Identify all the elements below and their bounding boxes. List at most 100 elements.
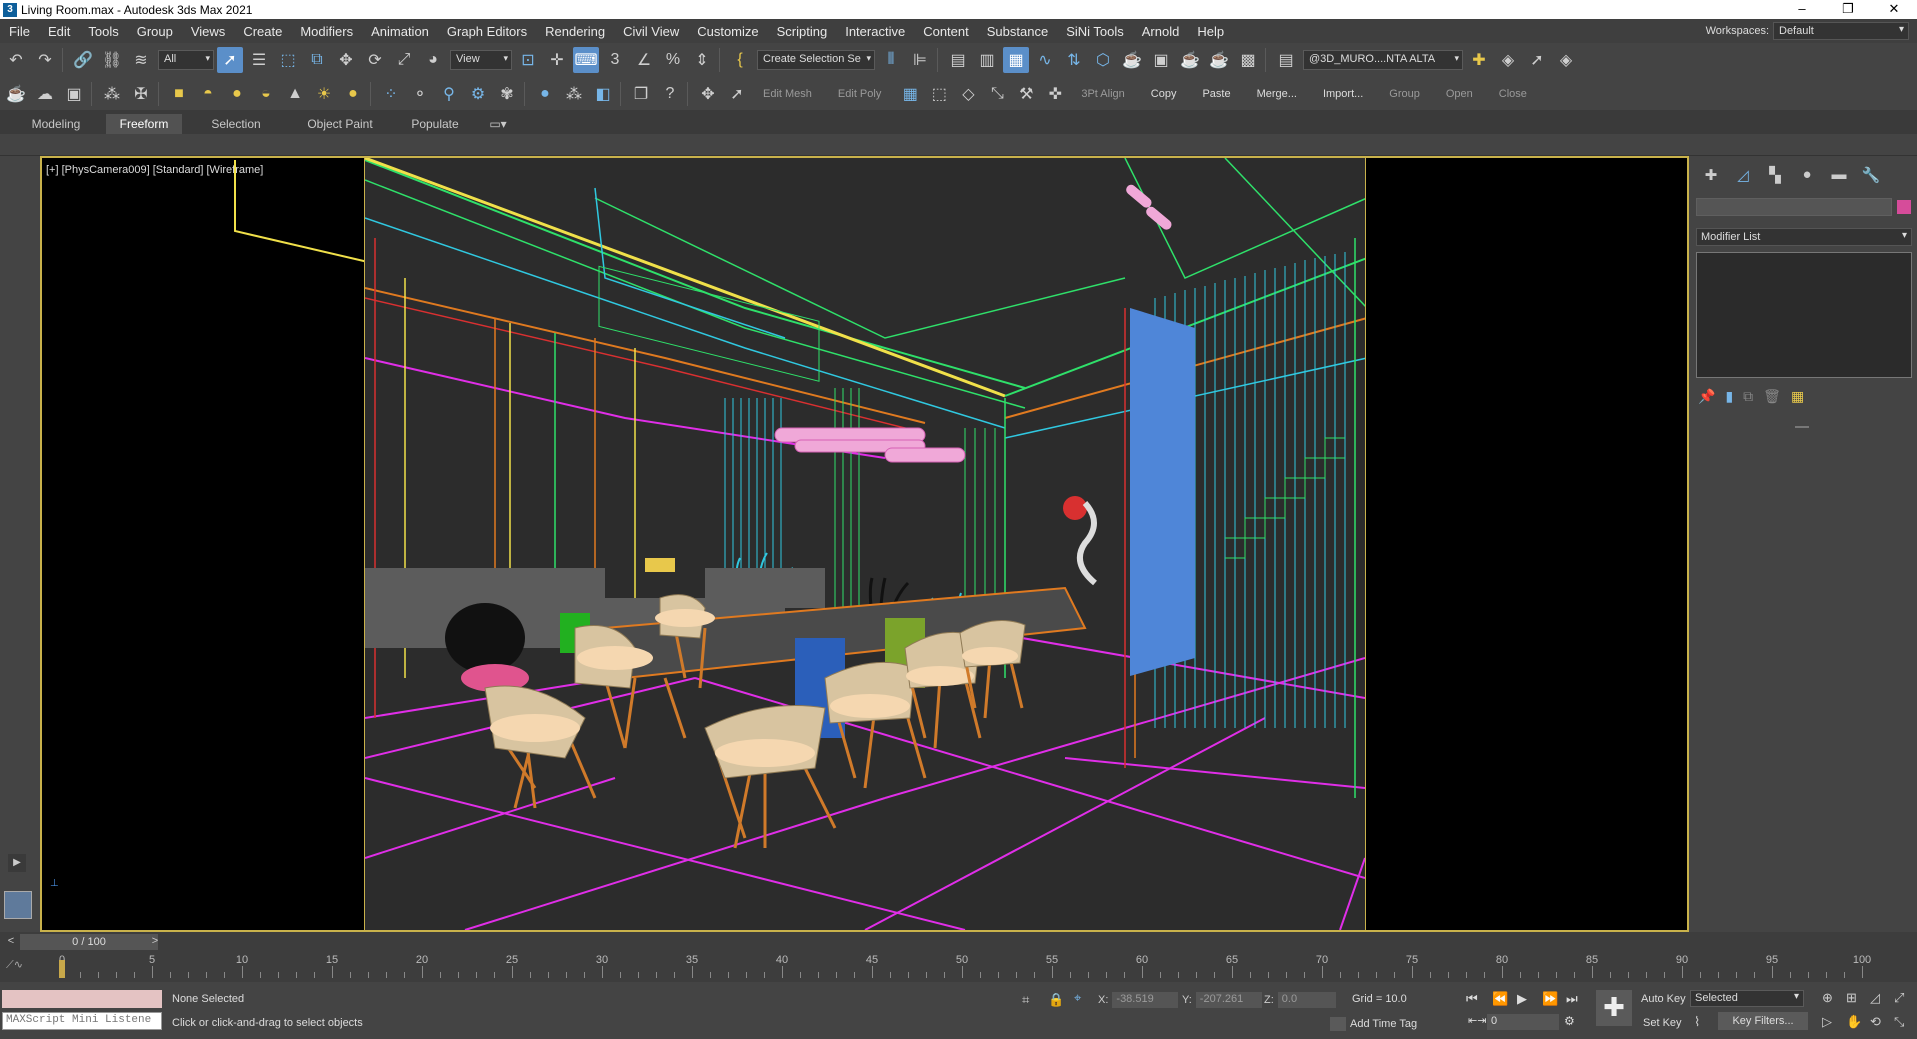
- close-group-button[interactable]: Close: [1499, 88, 1527, 100]
- menu-arnold[interactable]: Arnold: [1133, 24, 1189, 39]
- go-to-end-icon[interactable]: ⏭: [1566, 991, 1578, 1007]
- render-in-cloud-icon[interactable]: ▩: [1235, 47, 1261, 73]
- transform-icon[interactable]: ⤡: [984, 81, 1010, 107]
- rotate-icon[interactable]: ⟳: [362, 47, 388, 73]
- edit-mesh-button[interactable]: Edit Mesh: [763, 88, 812, 100]
- 3pt-align-button[interactable]: 3Pt Align: [1081, 88, 1124, 100]
- percent-snap-icon[interactable]: %: [660, 47, 686, 73]
- sun-icon[interactable]: ☀: [311, 81, 337, 107]
- tab-populate[interactable]: Populate: [390, 114, 480, 134]
- edit-named-selection-icon[interactable]: {: [727, 47, 753, 73]
- frame-counter[interactable]: 0 / 100: [20, 934, 158, 950]
- scale-icon[interactable]: ⤢: [391, 47, 417, 73]
- key-tangents-icon[interactable]: ⌇: [1694, 1014, 1700, 1030]
- set-key-big-icon[interactable]: ✚: [1596, 990, 1632, 1026]
- set-current-layer-icon[interactable]: ◈: [1553, 47, 1579, 73]
- group-button[interactable]: Group: [1389, 88, 1420, 100]
- mirror-icon[interactable]: ⫴: [878, 47, 904, 73]
- spheres-icon[interactable]: ⚬: [407, 81, 433, 107]
- menu-sini-tools[interactable]: SiNi Tools: [1057, 24, 1133, 39]
- menu-file[interactable]: File: [0, 24, 39, 39]
- menu-edit[interactable]: Edit: [39, 24, 79, 39]
- pivot-center-icon[interactable]: ⊡: [515, 47, 541, 73]
- close-button[interactable]: ✕: [1871, 0, 1917, 19]
- tab-selection[interactable]: Selection: [182, 114, 290, 134]
- configure-sets-icon[interactable]: ▦: [1791, 388, 1804, 405]
- material-slate-icon[interactable]: ◧: [590, 81, 616, 107]
- create-tab-icon[interactable]: ✚: [1698, 166, 1724, 188]
- select-manipulate-icon[interactable]: ✛: [544, 47, 570, 73]
- undo-icon[interactable]: ↶: [3, 47, 29, 73]
- time-config-icon[interactable]: ⚙: [1564, 1014, 1575, 1028]
- teapot-primitive-icon[interactable]: ◒: [253, 81, 279, 107]
- maxscript-output[interactable]: [2, 990, 162, 1008]
- modifier-list-dropdown[interactable]: Modifier List: [1696, 228, 1912, 246]
- menu-help[interactable]: Help: [1188, 24, 1233, 39]
- menu-scripting[interactable]: Scripting: [768, 24, 837, 39]
- angle-snap-icon[interactable]: ∠: [631, 47, 657, 73]
- bind-space-warp-icon[interactable]: ≋: [128, 47, 154, 73]
- layer-manager-icon[interactable]: ▤: [1273, 47, 1299, 73]
- particles-icon[interactable]: ⁘: [378, 81, 404, 107]
- hemisphere-icon[interactable]: ◓: [195, 81, 221, 107]
- menu-create[interactable]: Create: [234, 24, 291, 39]
- play-icon[interactable]: ▶: [1517, 991, 1527, 1007]
- forest-icon[interactable]: ✠: [128, 81, 154, 107]
- current-frame-marker[interactable]: [59, 960, 65, 978]
- plant-icon[interactable]: ✾: [494, 81, 520, 107]
- copy-button[interactable]: Copy: [1151, 88, 1177, 100]
- keyboard-shortcut-toggle-icon[interactable]: ⌨: [573, 47, 599, 73]
- menu-substance[interactable]: Substance: [978, 24, 1057, 39]
- show-end-result-icon[interactable]: ▮: [1725, 388, 1733, 405]
- field-of-view-icon[interactable]: ◿: [1870, 990, 1880, 1006]
- copy-object-icon[interactable]: ❐: [628, 81, 654, 107]
- isolate-selection-icon[interactable]: ⌗: [1022, 992, 1029, 1008]
- window-crossing-icon[interactable]: ⧉: [304, 47, 330, 73]
- rectangular-selection-icon[interactable]: ⬚: [275, 47, 301, 73]
- reference-coordinate-dropdown[interactable]: View: [450, 50, 512, 70]
- expand-layout-icon[interactable]: ▶: [8, 854, 26, 872]
- menu-customize[interactable]: Customize: [688, 24, 767, 39]
- cross-tool-icon[interactable]: ✜: [1042, 81, 1068, 107]
- select-object-icon[interactable]: ➚: [217, 47, 243, 73]
- auto-key-button[interactable]: Auto Key: [1641, 993, 1686, 1005]
- merge-button[interactable]: Merge...: [1257, 88, 1297, 100]
- import-button[interactable]: Import...: [1323, 88, 1363, 100]
- y-value-field[interactable]: -207.261: [1195, 992, 1262, 1008]
- z-value-field[interactable]: 0.0: [1277, 992, 1336, 1008]
- key-filters-button[interactable]: Key Filters...: [1718, 1012, 1808, 1030]
- align-icon[interactable]: ⊫: [907, 47, 933, 73]
- cloud-icon[interactable]: ☁: [32, 81, 58, 107]
- current-layer-dropdown[interactable]: @3D_MURO....NTA ALTA: [1303, 50, 1463, 70]
- gear-icon[interactable]: ⚙: [465, 81, 491, 107]
- menu-content[interactable]: Content: [914, 24, 978, 39]
- panel-grip[interactable]: [1795, 426, 1809, 428]
- scatter-icon[interactable]: ⁂: [99, 81, 125, 107]
- scene-explorer-icon[interactable]: ▤: [945, 47, 971, 73]
- render-setup-icon[interactable]: ☕: [1119, 47, 1145, 73]
- perspective-viewport[interactable]: [+] [PhysCamera009] [Standard] [Wirefram…: [40, 156, 1689, 932]
- selection-lock-icon[interactable]: 🔒: [1048, 992, 1064, 1008]
- previous-key-icon[interactable]: ⏪: [1492, 991, 1508, 1007]
- ribbon-toggle-icon[interactable]: ▦: [1003, 47, 1029, 73]
- light-sphere-icon[interactable]: ●: [340, 81, 366, 107]
- edit-poly-button[interactable]: Edit Poly: [838, 88, 881, 100]
- add-time-tag[interactable]: Add Time Tag: [1330, 1017, 1417, 1031]
- material-sphere-icon[interactable]: ●: [532, 81, 558, 107]
- motion-tab-icon[interactable]: ●: [1794, 166, 1820, 188]
- material-balls-icon[interactable]: ⁂: [561, 81, 587, 107]
- viewport-layout-button[interactable]: [4, 891, 32, 919]
- utilities-tab-icon[interactable]: 🔧: [1858, 166, 1884, 188]
- frame-icon[interactable]: ⬚: [926, 81, 952, 107]
- diamond-icon[interactable]: ◇: [955, 81, 981, 107]
- object-color-swatch[interactable]: [1897, 200, 1911, 214]
- time-slider[interactable]: < 0 / 100 >: [0, 932, 1917, 952]
- move-icon[interactable]: ✥: [333, 47, 359, 73]
- maximize-viewport-icon[interactable]: ⤢: [1894, 990, 1904, 1006]
- prev-frame-arrow[interactable]: <: [4, 935, 18, 949]
- unlink-icon[interactable]: ⛓: [99, 47, 125, 73]
- select-tool-icon[interactable]: ➚: [724, 81, 750, 107]
- workspace-dropdown[interactable]: Default: [1773, 22, 1909, 40]
- zoom-icon[interactable]: ⊕: [1822, 990, 1833, 1006]
- named-selection-dropdown[interactable]: Create Selection Se: [757, 50, 875, 70]
